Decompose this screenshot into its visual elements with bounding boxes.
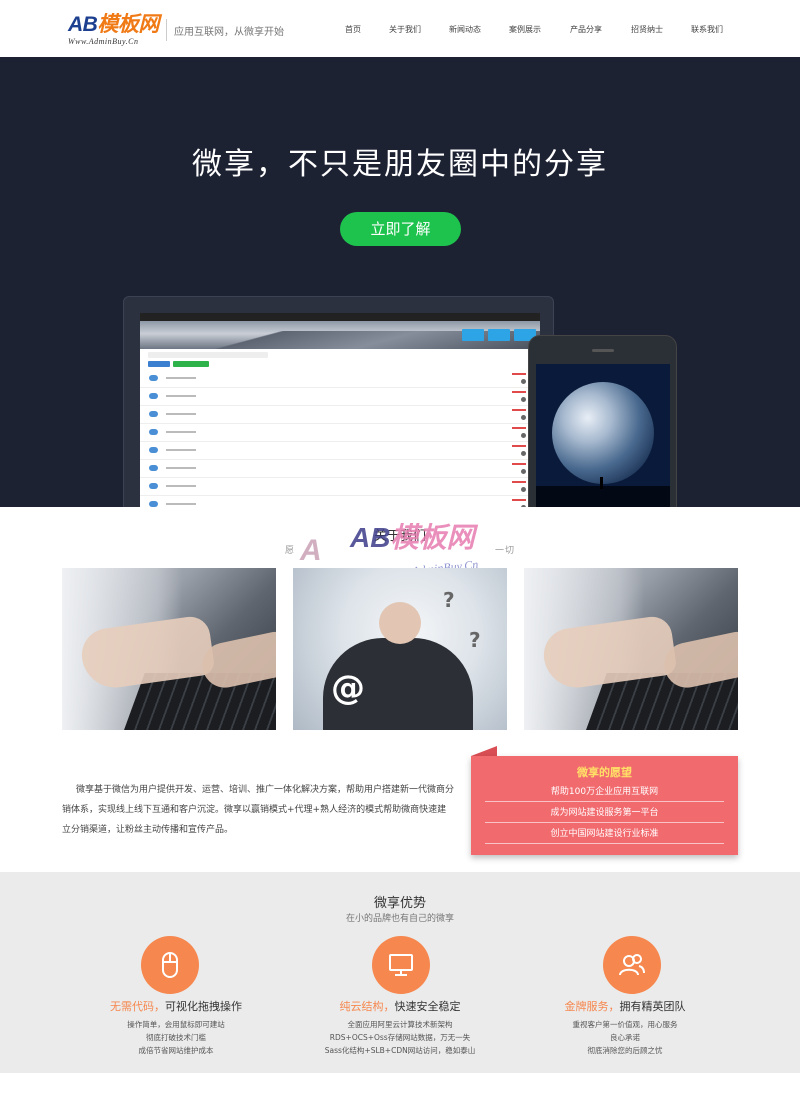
mockup-topbar xyxy=(140,313,540,321)
mockup-list-row xyxy=(140,496,540,507)
monitor-icon xyxy=(372,936,430,994)
wish-item: 帮助100万企业应用互联网 xyxy=(485,782,724,802)
hero-banner: 微享，不只是朋友圈中的分享 立即了解 xyxy=(0,57,800,507)
laptop-screen xyxy=(140,313,540,507)
main-nav: 首页 关于我们 新闻动态 案例展示 产品分享 招贤纳士 联系我们 xyxy=(0,24,800,36)
users-icon xyxy=(603,936,661,994)
nav-item-home[interactable]: 首页 xyxy=(345,24,361,35)
about-photo-typing-2 xyxy=(524,568,738,730)
advantages-section: 微享优势 在小的品牌也有自己的微享 无需代码，可视化拖拽操作 操作简单，会用鼠标… xyxy=(0,872,800,1073)
about-photo-typing-1 xyxy=(62,568,276,730)
mockup-list-row xyxy=(140,442,540,460)
wish-item: 创立中国网站建设行业标准 xyxy=(485,824,724,844)
advantage-line: 重视客户第一价值观，用心服务 xyxy=(572,1020,678,1029)
hero-title: 微享，不只是朋友圈中的分享 xyxy=(192,147,608,182)
advantage-line: 良心承诺 xyxy=(610,1033,640,1042)
advantages-title: 微享优势 xyxy=(373,896,426,911)
laptop-mockup xyxy=(123,296,554,507)
mockup-list-row xyxy=(140,460,540,478)
advantage-heading: 金牌服务，拥有精英团队 xyxy=(505,998,745,1014)
phone-mockup xyxy=(528,335,677,507)
mouse-icon xyxy=(141,936,199,994)
watermark-wordmark: AB模板网 xyxy=(350,516,474,556)
advantage-heading: 无需代码，可视化拖拽操作 xyxy=(56,998,296,1014)
nav-item-products[interactable]: 产品分享 xyxy=(570,24,602,35)
advantage-line: RDS+OCS+Oss存储网站数据，万无一失 xyxy=(329,1033,471,1042)
logo-url: Www.AdminBuy.Cn xyxy=(68,37,139,46)
wish-title: 微享的愿望 xyxy=(577,766,632,779)
watermark-brand: 模板网 xyxy=(390,522,475,553)
phone-screen xyxy=(536,364,670,507)
about-paragraph-text: 微享基于微信为用户提供开发、运营、培训、推广一体化解决方案，帮助用户搭建新一代微… xyxy=(62,785,455,835)
next-section-peek xyxy=(0,1073,800,1107)
mockup-list-row xyxy=(140,406,540,424)
advantage-line: 彻底消除您的后顾之忧 xyxy=(587,1046,663,1055)
about-photo-social: @ ? ? xyxy=(293,568,507,730)
earth-image xyxy=(552,382,654,484)
nav-item-cases[interactable]: 案例展示 xyxy=(509,24,541,35)
mockup-list-row xyxy=(140,424,540,442)
advantage-highlight: 纯云结构， xyxy=(339,1000,395,1013)
nav-item-contact[interactable]: 联系我们 xyxy=(691,24,723,35)
wish-card: 微享的愿望 帮助100万企业应用互联网 成为网站建设服务第一平台 创立中国网站建… xyxy=(471,756,738,855)
advantage-line: 成倍节省网站维护成本 xyxy=(138,1046,214,1055)
site-header: AB模板网 Www.AdminBuy.Cn 应用互联网，从微享开始 首页 关于我… xyxy=(0,0,800,57)
about-paragraph: 微享基于微信为用户提供开发、运营、培训、推广一体化解决方案，帮助用户搭建新一代微… xyxy=(62,780,454,840)
wish-card-tab xyxy=(471,746,497,756)
slider-dot-1[interactable] xyxy=(398,463,404,469)
silhouette-figure xyxy=(600,477,603,489)
question-mark-icon: ? xyxy=(469,628,481,652)
question-mark-icon: ? xyxy=(443,588,455,612)
advantage-line: Sass化结构+SLB+CDN网站访问，稳如泰山 xyxy=(324,1046,476,1055)
slider-pagination xyxy=(398,463,428,471)
mockup-list-row xyxy=(140,370,540,388)
slider-dot-2[interactable] xyxy=(414,463,420,469)
advantages-subtitle: 在小的品牌也有自己的微享 xyxy=(345,914,454,924)
wish-item: 成为网站建设服务第一平台 xyxy=(485,803,724,823)
about-subtitle-start: 愿 xyxy=(284,546,295,556)
mockup-hero-image xyxy=(140,321,540,349)
watermark-a-icon: A xyxy=(300,534,322,567)
advantage-heading: 纯云结构，快速安全稳定 xyxy=(280,998,520,1014)
advantage-highlight: 无需代码， xyxy=(110,1000,165,1013)
watermark-ab: AB xyxy=(350,522,391,553)
advantage-heading-rest: 快速安全稳定 xyxy=(394,1000,461,1013)
phone-speaker xyxy=(592,349,614,352)
mockup-list-row xyxy=(140,478,540,496)
learn-more-button[interactable]: 立即了解 xyxy=(340,212,461,246)
advantage-line: 全面应用阿里云计算技术新架构 xyxy=(347,1020,453,1029)
advantage-highlight: 金牌服务， xyxy=(564,1000,620,1013)
mockup-list-row xyxy=(140,388,540,406)
advantage-line: 彻底打破技术门槛 xyxy=(146,1033,206,1042)
nav-item-about[interactable]: 关于我们 xyxy=(389,24,421,35)
advantage-heading-rest: 可视化拖拽操作 xyxy=(165,1000,242,1013)
nav-item-jobs[interactable]: 招贤纳士 xyxy=(631,24,663,35)
at-symbol-icon: @ xyxy=(331,668,365,708)
advantage-line: 操作简单，会用鼠标即可建站 xyxy=(127,1020,225,1029)
advantage-heading-rest: 拥有精英团队 xyxy=(619,1000,686,1013)
nav-item-news[interactable]: 新闻动态 xyxy=(449,24,481,35)
